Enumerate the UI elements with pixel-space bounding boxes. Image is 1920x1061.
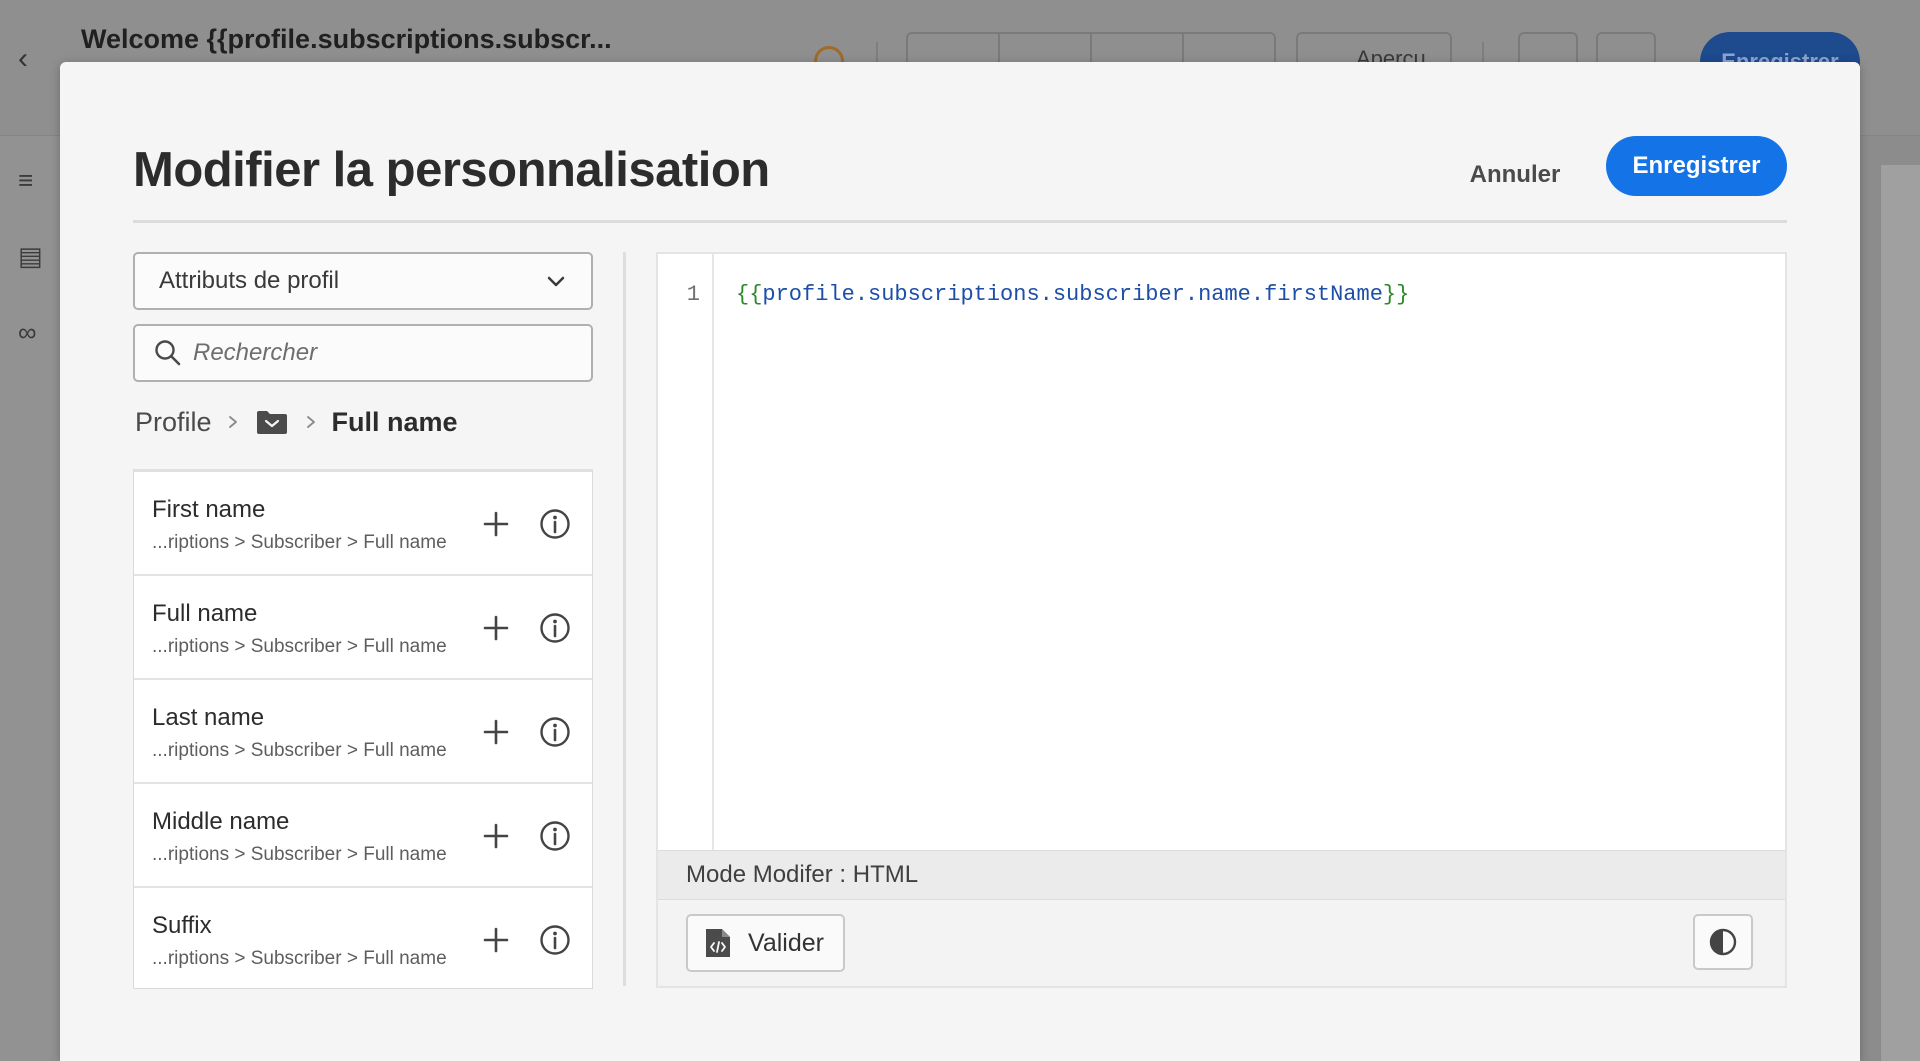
info-icon[interactable] bbox=[538, 611, 572, 645]
editor-toolbar: Valider bbox=[658, 900, 1785, 986]
list-item[interactable]: First name ...riptions > Subscriber > Fu… bbox=[134, 472, 592, 576]
search-field[interactable] bbox=[133, 324, 593, 382]
breadcrumb-root[interactable]: Profile bbox=[135, 407, 212, 438]
item-name: Suffix bbox=[152, 912, 212, 939]
link-icon: ∞ bbox=[18, 317, 37, 347]
list-item[interactable]: Full name ...riptions > Subscriber > Ful… bbox=[134, 576, 592, 680]
chevron-right-icon bbox=[228, 416, 237, 428]
code-editor[interactable]: 1 {{profile.subscriptions.subscriber.nam… bbox=[656, 252, 1787, 988]
info-icon[interactable] bbox=[538, 923, 572, 957]
dialog-title: Modifier la personnalisation bbox=[133, 143, 770, 197]
assets-icon: ▤ bbox=[18, 241, 43, 271]
validate-button[interactable]: Valider bbox=[686, 914, 845, 972]
item-name: First name bbox=[152, 496, 266, 523]
cancel-button[interactable]: Annuler bbox=[1440, 148, 1590, 202]
item-path: ...riptions > Subscriber > Full name bbox=[152, 740, 447, 761]
list-item[interactable]: Suffix ...riptions > Subscriber > Full n… bbox=[134, 888, 592, 988]
code-expression: profile.subscriptions.subscriber.name.fi… bbox=[762, 282, 1383, 307]
add-icon[interactable] bbox=[480, 716, 512, 748]
add-icon[interactable] bbox=[480, 924, 512, 956]
validate-label: Valider bbox=[748, 928, 824, 957]
header-divider bbox=[133, 220, 1787, 223]
item-name: Middle name bbox=[152, 808, 290, 835]
folder-icon[interactable] bbox=[256, 409, 288, 435]
breadcrumb: Profile Full name bbox=[135, 402, 458, 442]
chevron-right-icon bbox=[306, 416, 315, 428]
item-name: Full name bbox=[152, 600, 258, 627]
back-arrow-icon: ‹ bbox=[18, 42, 28, 75]
line-number: 1 bbox=[686, 282, 700, 307]
item-name: Last name bbox=[152, 704, 265, 731]
list-item[interactable]: Last name ...riptions > Subscriber > Ful… bbox=[134, 680, 592, 784]
dropdown-value: Attributs de profil bbox=[159, 267, 340, 294]
info-icon[interactable] bbox=[538, 819, 572, 853]
attribute-list: First name ...riptions > Subscriber > Fu… bbox=[133, 469, 593, 989]
line-gutter: 1 bbox=[658, 254, 714, 850]
chevron-down-icon bbox=[547, 276, 565, 287]
editor-mode-status: Mode Modifer : HTML bbox=[658, 850, 1785, 900]
breadcrumb-current: Full name bbox=[331, 406, 458, 437]
panel-divider[interactable] bbox=[623, 252, 626, 986]
background-left-rail: ≡ ▤ ∞ bbox=[0, 136, 62, 1061]
settings-sliders-icon: ≡ bbox=[18, 165, 34, 195]
info-icon[interactable] bbox=[538, 507, 572, 541]
background-canvas-content bbox=[1880, 165, 1920, 1061]
add-icon[interactable] bbox=[480, 612, 512, 644]
item-path: ...riptions > Subscriber > Full name bbox=[152, 532, 447, 553]
info-icon[interactable] bbox=[538, 715, 572, 749]
save-button[interactable]: Enregistrer bbox=[1606, 136, 1787, 196]
code-line[interactable]: {{profile.subscriptions.subscriber.name.… bbox=[736, 282, 1409, 307]
item-path: ...riptions > Subscriber > Full name bbox=[152, 948, 447, 969]
search-icon bbox=[155, 340, 181, 366]
theme-toggle-button[interactable] bbox=[1693, 914, 1753, 970]
code-brace-open: {{ bbox=[736, 282, 763, 307]
search-input[interactable] bbox=[193, 339, 573, 367]
code-file-icon bbox=[706, 929, 730, 957]
contrast-icon bbox=[1709, 928, 1737, 956]
add-icon[interactable] bbox=[480, 508, 512, 540]
background-title: Welcome {{profile.subscriptions.subscr..… bbox=[81, 24, 612, 54]
personalization-dialog: Modifier la personnalisation Annuler Enr… bbox=[60, 62, 1860, 1061]
list-item[interactable]: Middle name ...riptions > Subscriber > F… bbox=[134, 784, 592, 888]
code-brace-close: }} bbox=[1382, 282, 1410, 307]
item-path: ...riptions > Subscriber > Full name bbox=[152, 636, 447, 657]
attribute-type-dropdown[interactable]: Attributs de profil bbox=[133, 252, 593, 310]
add-icon[interactable] bbox=[480, 820, 512, 852]
item-path: ...riptions > Subscriber > Full name bbox=[152, 844, 447, 865]
